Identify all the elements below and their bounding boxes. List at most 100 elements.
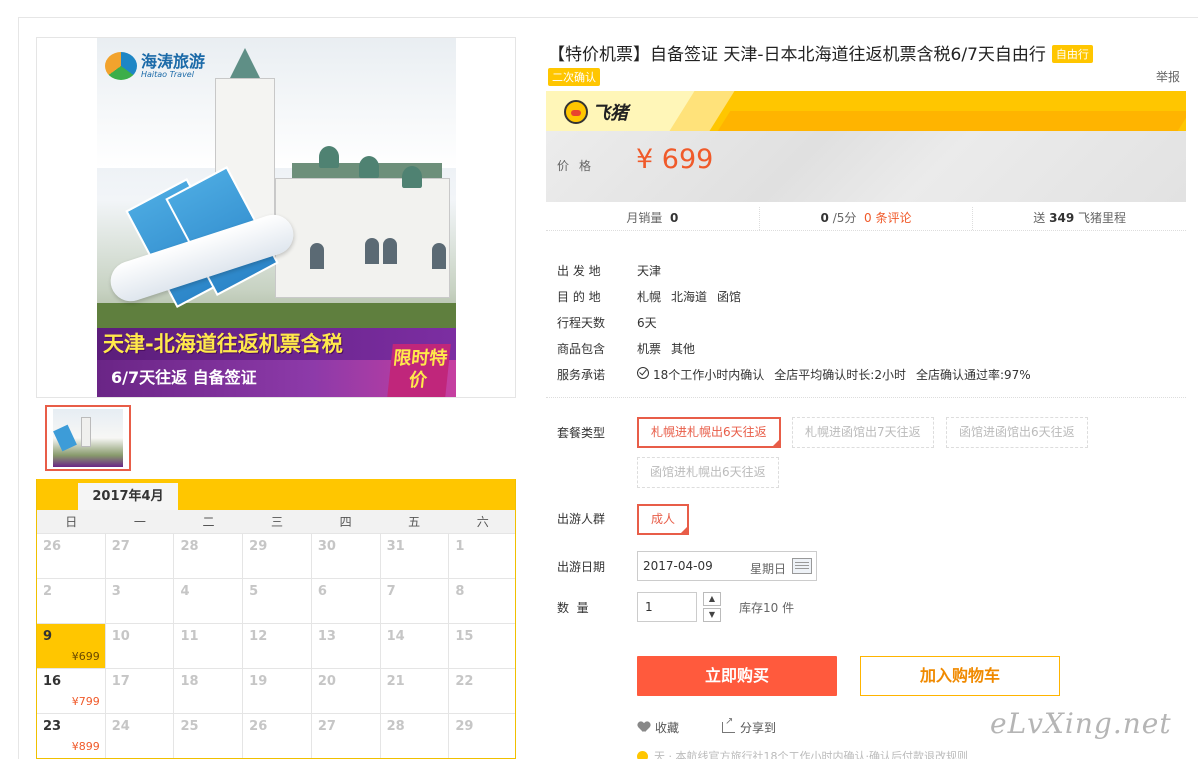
add-to-cart-button[interactable]: 加入购物车 [860, 656, 1060, 696]
report-link[interactable]: 举报 [1156, 68, 1180, 85]
calendar-day[interactable]: 16 ¥799 [37, 669, 106, 713]
calendar-day-number: 5 [249, 584, 259, 599]
calendar-day[interactable]: 2 [37, 579, 106, 623]
info-departure: 出 发 地 天津 [557, 257, 1031, 283]
section-divider [546, 397, 1186, 398]
calendar-week-row: 16 ¥799 17 18 19 20 21 22 [37, 669, 515, 714]
departure-value: 天津 [637, 263, 662, 278]
qty-label: 数 量 [557, 601, 589, 615]
package-option[interactable]: 函馆进函馆出6天往返 [946, 417, 1088, 448]
calendar-day[interactable]: 25 [174, 714, 244, 758]
date-weekday: 星期日 [750, 562, 787, 576]
miles-value: 349 [1049, 211, 1075, 225]
destination-item: 北海道 [671, 289, 708, 304]
rating: 0 /5分 0 条评论 [760, 207, 974, 230]
calendar-day[interactable]: 27 [312, 714, 381, 758]
bottom-notice-text: 天 · 本航线官方旅行社18个工作小时内确认·确认后付款退改规则 [654, 750, 968, 759]
calendar-grid: 26 27 28 29 30 31 1 2 3 4 5 6 7 8 9 ¥699 10 11 12 13 14 15 16 ¥… [37, 534, 515, 758]
calendar-weekday: 五 [408, 515, 421, 529]
calendar-day-number: 6 [317, 584, 327, 599]
calendar-day[interactable]: 7 [381, 579, 450, 623]
calendar-day[interactable]: 10 [106, 624, 175, 668]
calendar-day[interactable]: 29 [449, 714, 515, 758]
share-button[interactable]: 分享到 [722, 716, 776, 736]
calendar-day[interactable]: 15 [449, 624, 515, 668]
monthly-sales-label: 月销量 [626, 211, 663, 225]
poster-image: 海涛旅游 Haitao Travel 天津-北海道往返机票含税 6/7天往返 自… [97, 38, 456, 397]
calendar-icon[interactable] [792, 558, 812, 574]
calendar-day[interactable]: 4 [174, 579, 244, 623]
calendar-day[interactable]: 17 [106, 669, 175, 713]
calendar-day[interactable]: 8 [449, 579, 515, 623]
calendar-day[interactable]: 29 [243, 534, 312, 578]
calendar-month-tab[interactable]: 2017年4月 [78, 483, 178, 510]
platform-bar: 飞猪 [546, 91, 1186, 131]
calendar-day[interactable]: 26 [37, 534, 106, 578]
days-label: 行程天数 [557, 315, 606, 330]
calendar-day-selected[interactable]: 9 ¥699 [37, 624, 106, 668]
miles: 送 349 飞猪里程 [973, 207, 1186, 230]
service-item: 全店确认通过率:97% [915, 367, 1031, 382]
package-option[interactable]: 札幌进函馆出7天往返 [792, 417, 934, 448]
service-label: 服务承诺 [557, 367, 606, 382]
reviews-link[interactable]: 0 条评论 [864, 211, 911, 225]
calendar-day[interactable]: 26 [243, 714, 312, 758]
quantity-up-button[interactable]: ▲ [703, 592, 721, 606]
info-destination: 目 的 地 札幌 北海道 函馆 [557, 283, 1031, 309]
calendar-day-number: 14 [386, 629, 405, 644]
calendar-day[interactable]: 12 [243, 624, 312, 668]
calendar-day[interactable]: 5 [243, 579, 312, 623]
calendar-week-row: 9 ¥699 10 11 12 13 14 15 [37, 624, 515, 669]
calendar-day[interactable]: 6 [312, 579, 381, 623]
calendar-day-number: 26 [249, 719, 268, 734]
calendar-day[interactable]: 21 [381, 669, 450, 713]
quantity-down-button[interactable]: ▼ [703, 608, 721, 622]
calendar-day[interactable]: 11 [174, 624, 244, 668]
includes-values: 机票 其他 [637, 340, 695, 357]
package-option-selected[interactable]: 札幌进札幌出6天往返 [637, 417, 781, 448]
calendar-day[interactable]: 22 [449, 669, 515, 713]
calendar-day[interactable]: 20 [312, 669, 381, 713]
package-option[interactable]: 函馆进札幌出6天往返 [637, 457, 779, 488]
calendar-day[interactable]: 3 [106, 579, 175, 623]
calendar-week-row: 26 27 28 29 30 31 1 [37, 534, 515, 579]
calendar-day[interactable]: 27 [106, 534, 175, 578]
calendar-weekday: 三 [271, 515, 284, 529]
warning-icon [637, 750, 648, 759]
product-info: 出 发 地 天津 目 的 地 札幌 北海道 函馆 行程天数 6天 商品包含 机票… [557, 257, 1031, 387]
gallery-thumbnail[interactable] [45, 405, 131, 471]
calendar-day[interactable]: 23 ¥899 [37, 714, 106, 758]
calendar-day-number: 25 [180, 719, 199, 734]
calendar-day-price: ¥699 [71, 650, 100, 663]
price-calendar: 2017年4月 日一二三四五六 26 27 28 29 30 31 1 2 3 4 5 6 7 8 9 ¥69… [36, 479, 516, 759]
date-label: 出游日期 [557, 560, 606, 574]
calendar-day[interactable]: 13 [312, 624, 381, 668]
calendar-day[interactable]: 1 [449, 534, 515, 578]
calendar-header: 2017年4月 [37, 479, 515, 510]
calendar-day[interactable]: 30 [312, 534, 381, 578]
traveler-option-selected[interactable]: 成人 [637, 504, 690, 535]
calendar-day[interactable]: 18 [174, 669, 244, 713]
calendar-weekday: 一 [133, 515, 146, 529]
quantity-input[interactable]: 1 [637, 592, 697, 622]
buy-now-button[interactable]: 立即购买 [637, 656, 837, 696]
calendar-day[interactable]: 24 [106, 714, 175, 758]
calendar-day[interactable]: 19 [243, 669, 312, 713]
calendar-day-number: 28 [386, 719, 405, 734]
calendar-day[interactable]: 31 [381, 534, 450, 578]
favorite-button[interactable]: 收藏 [638, 719, 679, 736]
miles-prefix: 送 [1033, 211, 1046, 225]
price-value: ¥ 699 [636, 144, 714, 175]
main-product-image: 海涛旅游 Haitao Travel 天津-北海道往返机票含税 6/7天往返 自… [36, 37, 516, 398]
haitao-logo: 海涛旅游 Haitao Travel [105, 52, 205, 80]
calendar-day-number: 17 [111, 674, 130, 689]
calendar-day-number: 1 [455, 539, 465, 554]
date-field[interactable]: 2017-04-09 [637, 551, 817, 581]
calendar-day[interactable]: 28 [174, 534, 244, 578]
calendar-day[interactable]: 28 [381, 714, 450, 758]
share-icon [722, 716, 735, 733]
calendar-day-number: 28 [180, 539, 199, 554]
calendar-day-number: 31 [386, 539, 405, 554]
calendar-day[interactable]: 14 [381, 624, 450, 668]
destination-item: 函馆 [717, 289, 742, 304]
